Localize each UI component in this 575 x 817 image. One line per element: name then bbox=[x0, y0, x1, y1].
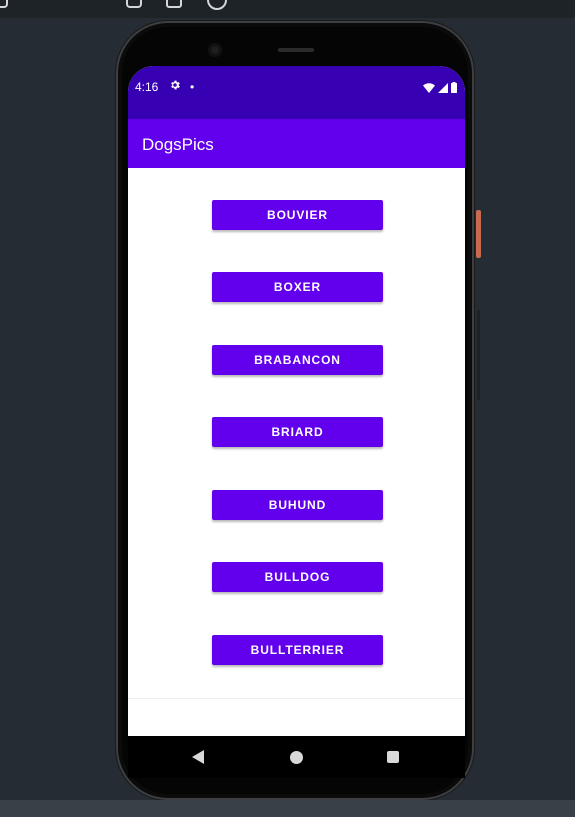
status-time: 4:16 bbox=[135, 80, 159, 94]
front-camera bbox=[208, 43, 222, 57]
app-bar: DogsPics bbox=[128, 119, 465, 168]
navigation-bar bbox=[128, 736, 465, 778]
notification-dot: • bbox=[190, 80, 195, 94]
speaker-grille bbox=[278, 48, 314, 52]
ide-bottom-strip bbox=[0, 800, 575, 817]
toolbar-icon[interactable] bbox=[0, 0, 8, 8]
battery-icon bbox=[451, 82, 457, 93]
breed-button-buhund[interactable]: BUHUND bbox=[212, 490, 383, 520]
breed-button-bouvier[interactable]: BOUVIER bbox=[212, 200, 383, 230]
power-button[interactable] bbox=[476, 210, 481, 258]
status-icons bbox=[423, 82, 457, 93]
status-bar: 4:16 • bbox=[128, 66, 465, 119]
breed-list: BOUVIER BOXER BRABANCON BRIARD BUHUND BU… bbox=[128, 168, 465, 698]
camera-icon[interactable] bbox=[166, 0, 182, 8]
wifi-icon bbox=[423, 82, 435, 93]
breed-button-briard[interactable]: BRIARD bbox=[212, 417, 383, 447]
volume-button[interactable] bbox=[477, 310, 480, 400]
breed-button-bullterrier[interactable]: BULLTERRIER bbox=[212, 635, 383, 665]
toolbar-icon[interactable] bbox=[126, 0, 142, 8]
recents-icon[interactable] bbox=[387, 751, 399, 763]
signal-icon bbox=[438, 82, 448, 93]
app-screen: 4:16 • DogsPics BOUVIER BOXER BRABANCON … bbox=[128, 66, 465, 736]
back-icon[interactable] bbox=[192, 750, 204, 764]
breed-button-boxer[interactable]: BOXER bbox=[212, 272, 383, 302]
gear-icon bbox=[169, 79, 181, 94]
home-icon[interactable] bbox=[290, 751, 303, 764]
ide-toolbar-strip bbox=[0, 0, 575, 18]
breed-button-bulldog[interactable]: BULLDOG bbox=[212, 562, 383, 592]
breed-button-brabancon[interactable]: BRABANCON bbox=[212, 345, 383, 375]
content-divider bbox=[128, 698, 465, 699]
toolbar-icon[interactable] bbox=[207, 0, 227, 10]
app-title: DogsPics bbox=[142, 135, 214, 154]
